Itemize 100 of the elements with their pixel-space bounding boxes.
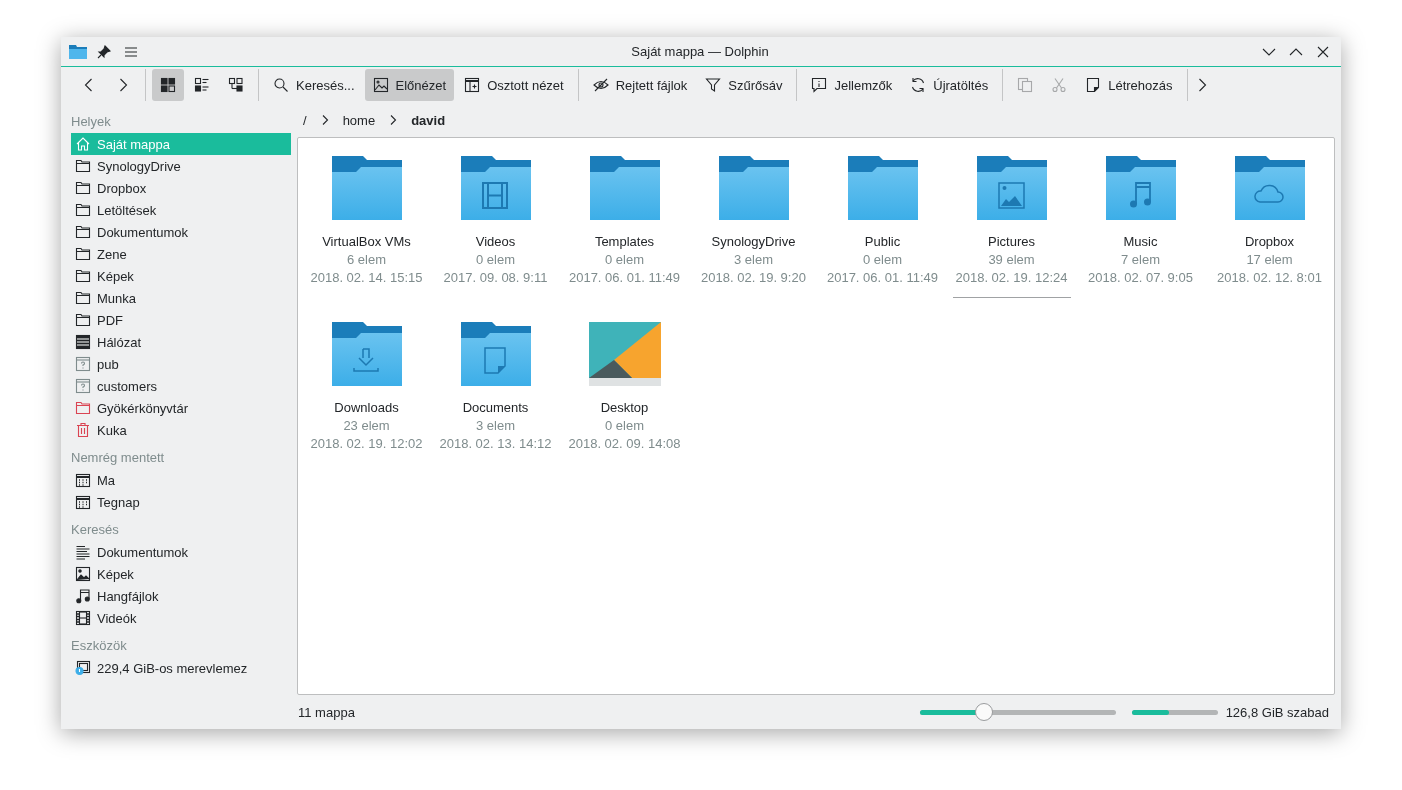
text-lines-icon [75,544,91,560]
hidden-files-button[interactable]: Rejtett fájlok [584,69,696,101]
folder-icon [75,312,91,328]
place-item[interactable]: Zene [71,243,291,265]
document-folder-icon [458,320,533,388]
tree-view-icon [228,77,244,93]
modified-date: 2018. 02. 14. 15:15 [310,269,423,287]
folder-icon [75,224,91,240]
item-count: 0 elem [605,251,644,269]
place-item[interactable]: SynologyDrive [71,155,291,177]
image-folder-icon [974,154,1049,222]
place-item[interactable]: Tegnap [71,491,291,513]
folder-icon [75,158,91,174]
create-button[interactable]: Létrehozás [1077,69,1181,101]
item-count: 39 elem [988,251,1035,269]
filter-button[interactable]: Szűrősáv [697,69,791,101]
calendar-icon [75,472,91,488]
item-count: 17 elem [1246,251,1293,269]
place-item[interactable]: Gyökérkönyvtár [71,397,291,419]
place-item[interactable]: Dokumentumok [71,221,291,243]
chevron-right-icon [389,115,398,125]
modified-date: 2017. 06. 01. 11:49 [826,269,939,287]
file-name[interactable]: SynologyDrive [711,233,796,251]
file-name[interactable]: Templates [594,233,655,251]
item-count: 7 elem [1121,251,1160,269]
folder-icon [845,154,920,222]
server-icon [75,334,91,350]
modified-date: 2018. 02. 12. 8:01 [1217,269,1322,287]
search-icon [273,77,289,93]
item-count: 0 elem [863,251,902,269]
place-item[interactable]: Munka [71,287,291,309]
place-item[interactable]: Hálózat [71,331,291,353]
cloud-folder-icon [1232,154,1307,222]
modified-date: 2018. 02. 13. 14:12 [439,435,552,453]
section-header: Nemrég mentett [71,449,166,467]
place-item[interactable]: pub [71,353,291,375]
file-name[interactable]: Public [864,233,901,251]
film-icon [75,610,91,626]
place-item[interactable]: Kuka [71,419,291,441]
place-item[interactable]: customers [71,375,291,397]
search-button[interactable]: Keresés... [265,69,363,101]
section-header: Keresés [71,521,120,539]
split-view-icon [464,77,481,93]
file-name[interactable]: Pictures [988,233,1035,251]
file-name[interactable]: Music [1123,233,1158,251]
modified-date: 2018. 02. 07. 9:05 [1088,269,1193,287]
download-folder-icon [329,320,404,388]
place-item[interactable]: Képek [71,563,291,585]
place-item[interactable]: Dokumentumok [71,541,291,563]
calendar-icon [75,494,91,510]
list-view-icon [194,77,210,93]
folder-icon [75,400,91,416]
icons-view-button[interactable] [152,69,184,101]
item-count: 0 elem [605,417,644,435]
info-bubble-icon [811,77,828,93]
folder-icon [75,268,91,284]
file-name[interactable]: Downloads [334,399,399,417]
slider-handle[interactable] [975,703,994,721]
file-name[interactable]: VirtualBox VMs [322,233,411,251]
folder-app-icon [69,43,87,60]
copy-icon [1017,77,1034,93]
breadcrumb-item[interactable]: home [340,112,378,128]
file-name[interactable]: Desktop [600,399,649,417]
item-count: 0 elem [476,251,515,269]
split-view-button[interactable]: Osztott nézet [456,69,572,101]
place-item[interactable]: Képek [71,265,291,287]
place-item[interactable]: Videók [71,607,291,629]
trash-icon [75,422,91,438]
folder-icon [329,154,404,222]
reload-button[interactable]: Újratöltés [902,69,997,101]
section-header: Eszközök [71,637,128,655]
place-item[interactable]: Letöltések [71,199,291,221]
place-item[interactable]: Dropbox [71,177,291,199]
place-item[interactable]: Hangfájlok [71,585,291,607]
folder-icon [75,202,91,218]
modified-date: 2018. 02. 19. 9:20 [701,269,806,287]
hard-drive-icon [75,660,91,676]
modified-date: 2017. 09. 08. 9:11 [443,269,548,287]
preview-button[interactable]: Előnézet [364,69,455,101]
file-name[interactable]: Videos [475,233,516,251]
modified-date: 2018. 02. 09. 14:08 [568,435,681,453]
folder-icon [75,290,91,306]
unknown-drive-icon [75,378,91,394]
place-item[interactable]: 229,4 GiB-os merevlemez [71,657,291,679]
document-icon [1085,77,1102,93]
place-item[interactable]: PDF [71,309,291,331]
place-item[interactable]: Ma [71,469,291,491]
status-text: 11 mappa [298,704,355,720]
breadcrumb-item[interactable]: / [301,112,309,128]
reload-icon [910,77,927,93]
scissors-icon [1051,77,1068,93]
file-name[interactable]: Dropbox [1244,233,1295,251]
file-name[interactable]: Documents [462,399,529,417]
properties-button[interactable]: Jellemzők [803,69,901,101]
breadcrumb-item[interactable]: david [409,112,448,128]
item-count: 23 elem [343,417,390,435]
music-folder-icon [1103,154,1178,222]
zoom-slider[interactable] [919,703,1116,721]
section-header: Helyek [71,113,112,131]
folder-icon [587,154,662,222]
